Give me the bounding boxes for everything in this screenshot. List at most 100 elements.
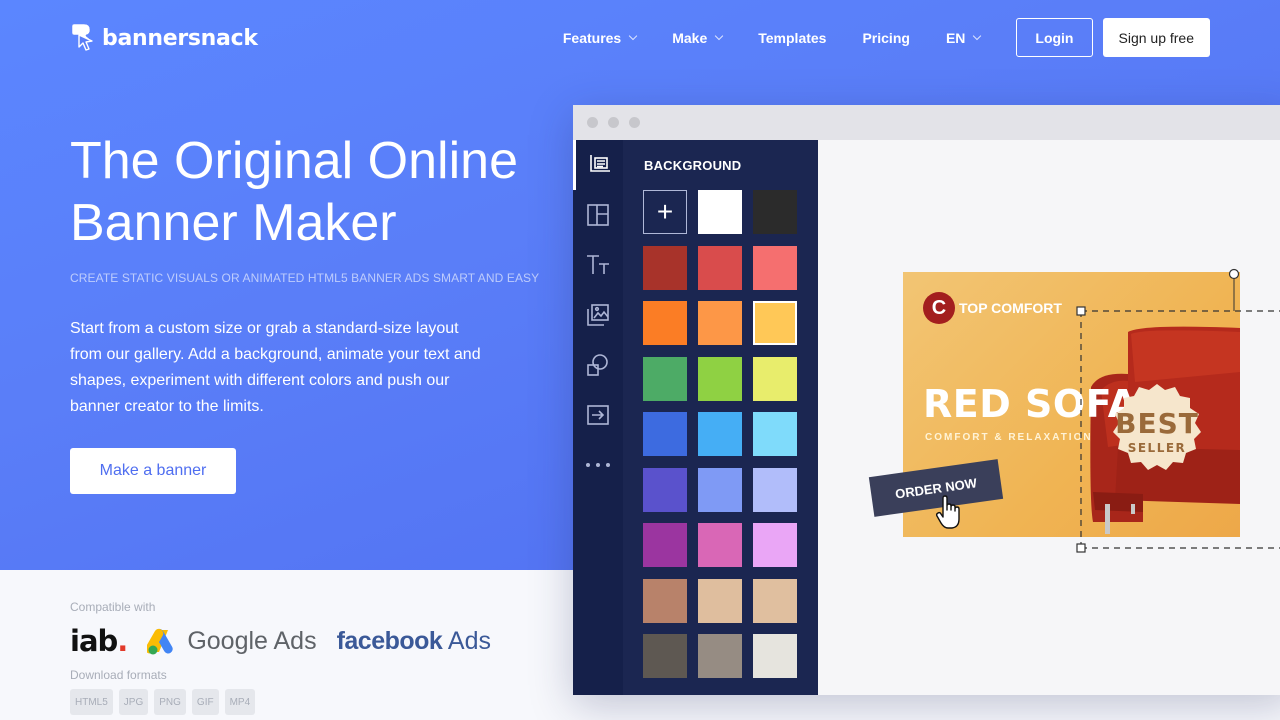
plus-icon: + <box>656 196 674 227</box>
color-swatch[interactable] <box>698 245 742 290</box>
brand-logo-icon: C <box>923 292 955 324</box>
color-swatch[interactable] <box>643 301 687 345</box>
color-swatch[interactable] <box>753 190 797 234</box>
download-formats-label: Download formats <box>70 668 167 682</box>
panel-title: BACKGROUND <box>644 158 742 173</box>
color-swatch[interactable] <box>753 467 797 512</box>
color-swatch[interactable] <box>698 356 742 401</box>
banner-title: RED SOFA <box>923 382 1138 426</box>
import-icon <box>587 405 609 425</box>
partner-logos: iab. Google Ads facebook Ads <box>70 622 491 660</box>
facebook-ads-logo: facebook Ads <box>337 627 491 656</box>
format-badge-png: PNG <box>154 689 186 715</box>
make-banner-button[interactable]: Make a banner <box>70 448 236 494</box>
window-dot <box>608 117 619 128</box>
iab-logo-dot: . <box>117 624 128 658</box>
banner-brand-name: TOP COMFORT <box>959 300 1062 316</box>
nav-templates-label: Templates <box>758 29 827 46</box>
layout-icon <box>587 204 609 226</box>
color-swatch[interactable] <box>698 190 742 234</box>
color-swatch[interactable] <box>643 356 687 401</box>
nav-pricing-label: Pricing <box>862 29 910 46</box>
chevron-down-icon <box>628 31 638 40</box>
color-swatch[interactable] <box>753 301 797 345</box>
color-swatch[interactable] <box>698 412 742 456</box>
compatible-label: Compatible with <box>70 600 156 614</box>
signup-button[interactable]: Sign up free <box>1102 18 1210 57</box>
editor-preview-window: BACKGROUND + C TOP COMFORT RED SOFA COMF… <box>573 105 1280 695</box>
logo[interactable]: bannersnack <box>70 22 258 54</box>
text-icon <box>587 255 609 274</box>
chevron-down-icon <box>973 31 982 40</box>
format-badges: HTML5 JPG PNG GIF MP4 <box>70 689 261 715</box>
tool-import[interactable] <box>573 390 623 440</box>
color-swatch[interactable] <box>753 634 797 678</box>
color-swatch-grid: + <box>643 190 797 678</box>
color-swatch[interactable] <box>698 578 742 623</box>
color-swatch[interactable] <box>753 523 797 567</box>
logo-cursor-icon <box>71 23 93 51</box>
tool-layout[interactable] <box>573 190 623 240</box>
login-button[interactable]: Login <box>1016 18 1093 57</box>
page-title: The Original Online Banner Maker <box>70 132 518 252</box>
color-swatch[interactable] <box>643 467 687 512</box>
shapes-icon <box>587 354 608 376</box>
tool-text[interactable] <box>573 240 623 290</box>
facebook-logo-text: facebook <box>336 626 443 655</box>
banner-brand: C TOP COMFORT <box>923 292 1062 324</box>
logo-text: bannersnack <box>102 25 258 51</box>
nav-templates[interactable]: Templates <box>758 30 826 46</box>
language-selector[interactable]: EN <box>945 29 982 46</box>
resize-icon <box>589 155 610 172</box>
chevron-down-icon <box>715 31 724 40</box>
color-swatch[interactable] <box>643 634 687 678</box>
google-ads-text: Google Ads <box>187 626 317 655</box>
hero-description: Start from a custom size or grab a stand… <box>70 320 481 415</box>
google-ads-logo: Google Ads <box>147 626 317 656</box>
format-badge-gif: GIF <box>191 689 219 715</box>
nav-features[interactable]: Features <box>562 29 638 46</box>
tool-images[interactable] <box>573 290 623 340</box>
color-swatch[interactable] <box>643 578 687 623</box>
language-label: EN <box>945 29 966 46</box>
color-swatch[interactable] <box>698 301 742 345</box>
nav-make[interactable]: Make <box>672 29 724 46</box>
nav-make-label: Make <box>672 29 708 46</box>
window-titlebar <box>573 105 1280 140</box>
color-swatch[interactable] <box>698 467 742 512</box>
format-badge-jpg: JPG <box>118 689 149 715</box>
nav-pricing[interactable]: Pricing <box>862 30 909 46</box>
badge-line-2: SELLER <box>1127 441 1187 455</box>
iab-logo: iab. <box>70 624 128 658</box>
tool-resize[interactable] <box>573 140 623 190</box>
editor-toolbar <box>573 140 623 695</box>
color-swatch[interactable] <box>643 412 687 456</box>
google-ads-icon <box>147 628 173 655</box>
tool-more[interactable] <box>573 440 623 490</box>
best-seller-badge: BEST SELLER <box>1110 407 1204 455</box>
image-icon <box>587 304 609 326</box>
iab-logo-text: iab <box>70 624 118 658</box>
editor-canvas[interactable]: C TOP COMFORT RED SOFA COMFORT & RELAXAT… <box>818 140 1280 695</box>
color-swatch[interactable] <box>698 634 742 678</box>
color-swatch[interactable] <box>753 245 797 290</box>
top-nav: Features Make Templates Pricing EN Login… <box>563 18 1210 57</box>
facebook-ads-text: Ads <box>442 626 491 655</box>
badge-line-1: BEST <box>1115 407 1199 440</box>
window-dot <box>629 117 640 128</box>
color-swatch[interactable] <box>753 412 797 456</box>
color-swatch[interactable] <box>753 356 797 401</box>
color-swatch[interactable] <box>698 523 742 567</box>
color-swatch[interactable] <box>643 245 687 290</box>
tool-shapes[interactable] <box>573 340 623 390</box>
window-dot <box>587 117 598 128</box>
color-swatch[interactable] <box>753 578 797 623</box>
background-panel: BACKGROUND + <box>623 140 818 695</box>
add-color-button[interactable]: + <box>643 190 687 234</box>
banner-tagline: COMFORT & RELAXATION <box>925 432 1093 443</box>
format-badge-mp4: MP4 <box>224 689 256 715</box>
nav-features-label: Features <box>562 29 622 46</box>
format-badge-html5: HTML5 <box>70 689 113 715</box>
color-swatch[interactable] <box>643 523 687 567</box>
more-icon <box>586 463 610 467</box>
